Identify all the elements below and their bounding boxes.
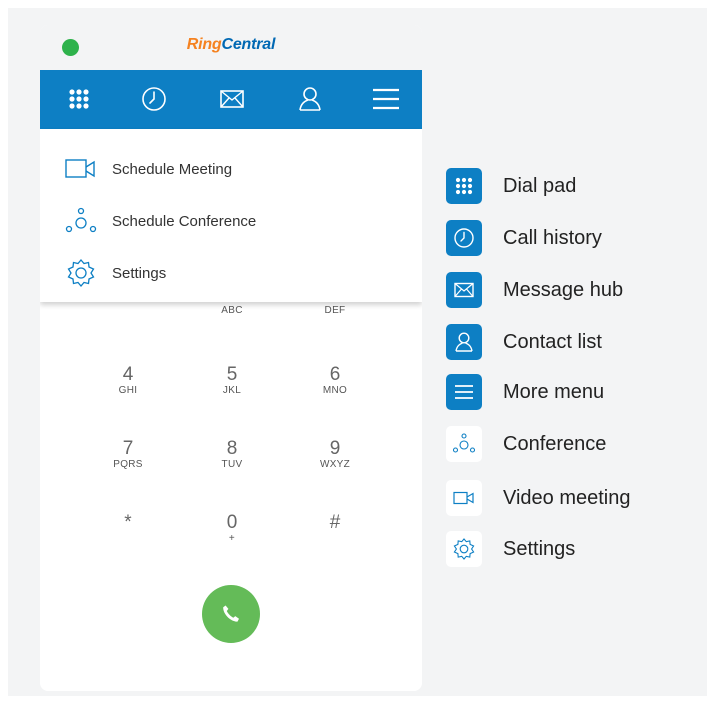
legend-label: Call history [503, 227, 602, 249]
menu-item-label: Settings [112, 265, 167, 282]
menu-item-label: Schedule Meeting [112, 161, 233, 178]
legend-label: Message hub [503, 279, 624, 301]
dialpad-nav-button[interactable] [64, 84, 94, 114]
schedule-conference-item[interactable]: Schedule Conference [40, 201, 422, 241]
key-0[interactable]: 0 + [192, 513, 272, 545]
title-bar: RingCentral [40, 25, 422, 70]
key-5[interactable]: 5 JKL [192, 365, 272, 397]
ringcentral-logo: RingCentral [186, 36, 276, 53]
contact-icon [299, 87, 321, 111]
contact-icon [455, 332, 473, 352]
clock-icon [142, 87, 166, 111]
legend-label: Settings [503, 538, 576, 560]
message-hub-nav-button[interactable] [217, 84, 247, 114]
settings-item[interactable]: Settings [40, 253, 422, 293]
conference-icon [64, 207, 98, 235]
key-9[interactable]: 9 WXYZ [295, 439, 375, 471]
video-camera-icon [64, 155, 98, 183]
legend-label: Conference [503, 433, 607, 455]
legend-label: Video meeting [503, 487, 631, 509]
call-history-nav-button[interactable] [139, 84, 169, 114]
menu-item-label: Schedule Conference [112, 213, 257, 230]
envelope-icon [220, 90, 244, 108]
key-8[interactable]: 8 TUV [192, 439, 272, 471]
video-camera-icon [453, 491, 474, 505]
dialpad-icon [69, 89, 89, 109]
conference-icon [452, 433, 476, 453]
key-6[interactable]: 6 MNO [295, 365, 375, 397]
call-button[interactable] [202, 585, 260, 643]
legend-label: More menu [503, 381, 605, 403]
envelope-icon [454, 282, 474, 298]
nav-bar [40, 70, 422, 129]
key-4[interactable]: 4 GHI [88, 365, 168, 397]
gear-icon [453, 538, 475, 560]
more-menu-dropdown: Schedule Meeting Schedule Conference Set… [40, 129, 422, 302]
gear-icon [64, 259, 98, 287]
key-7[interactable]: 7 PQRS [88, 439, 168, 471]
schedule-meeting-item[interactable]: Schedule Meeting [40, 149, 422, 189]
hamburger-menu-icon [373, 88, 399, 110]
hamburger-menu-icon [455, 385, 473, 399]
key-hash[interactable]: # [295, 513, 375, 533]
legend-label: Contact list [503, 331, 602, 353]
contacts-nav-button[interactable] [295, 84, 325, 114]
dialpad-icon [455, 177, 473, 195]
app-window: RingCentral Schedule Meeting Schedule Co… [40, 25, 422, 691]
phone-icon [223, 605, 239, 622]
clock-icon [454, 228, 474, 248]
more-menu-nav-button[interactable] [371, 84, 401, 114]
key-star[interactable]: * [88, 513, 168, 533]
legend-label: Dial pad [503, 175, 577, 197]
